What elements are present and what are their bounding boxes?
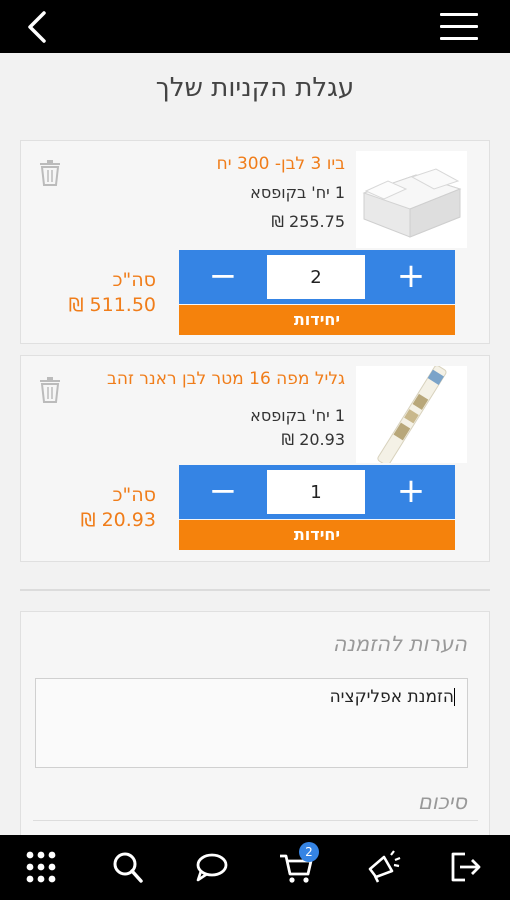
trash-icon[interactable] <box>39 376 61 404</box>
product-price: 255.75 ₪ <box>271 212 345 231</box>
product-price: 20.93 ₪ <box>281 430 345 449</box>
cart-item: ביו 3 לבן- 300 יח 1 יח' בקופסא 255.75 ₪ … <box>20 140 490 344</box>
chevron-left-icon <box>28 11 46 43</box>
grid-menu-icon[interactable] <box>24 849 64 885</box>
chat-icon[interactable] <box>193 849 233 885</box>
search-icon[interactable] <box>109 849 149 885</box>
item-total-value: 511.50 ₪ <box>68 294 156 316</box>
divider <box>20 589 490 591</box>
quantity-stepper: − + <box>179 465 455 519</box>
product-pack: 1 יח' בקופסא <box>250 183 345 202</box>
order-notes-title: הערות להזמנה <box>332 632 467 656</box>
item-total-value: 20.93 ₪ <box>80 509 156 531</box>
product-pack: 1 יח' בקופסא <box>250 406 345 425</box>
cart-content[interactable]: עגלת הקניות שלך ביו 3 לבן- 300 יח 1 יח' … <box>0 53 510 835</box>
page-title: עגלת הקניות שלך <box>155 73 355 103</box>
summary-title: סיכום <box>417 790 467 814</box>
back-button[interactable] <box>22 9 56 45</box>
increase-quantity-button[interactable]: + <box>367 465 455 519</box>
cart-item: גליל מפה 16 מטר לבן ראנר זהב 1 יח' בקופס… <box>20 355 490 562</box>
cart-count-badge: 2 <box>299 842 319 862</box>
cart-icon[interactable]: 2 <box>278 842 319 885</box>
unit-selector[interactable]: יחידות <box>179 305 455 335</box>
decrease-quantity-button[interactable]: − <box>179 250 267 304</box>
top-bar <box>0 0 510 53</box>
trash-icon[interactable] <box>39 159 61 187</box>
bottom-nav: 2 <box>0 835 510 900</box>
order-notes-card: הערות להזמנה הזמנת אפליקציה סיכום <box>20 611 490 835</box>
decrease-quantity-button[interactable]: − <box>179 465 267 519</box>
unit-selector[interactable]: יחידות <box>179 520 455 550</box>
product-name[interactable]: גליל מפה 16 מטר לבן ראנר זהב <box>45 369 345 389</box>
product-name[interactable]: ביו 3 לבן- 300 יח <box>45 154 345 174</box>
quantity-stepper: − + <box>179 250 455 304</box>
logout-icon[interactable] <box>447 849 487 885</box>
order-notes-textarea[interactable]: הזמנת אפליקציה <box>35 678 468 768</box>
text-cursor <box>454 688 455 706</box>
order-notes-value: הזמנת אפליקציה <box>329 687 454 707</box>
product-thumbnail[interactable] <box>356 151 467 248</box>
item-total-label: סה"כ <box>112 269 156 291</box>
quantity-input[interactable] <box>267 255 365 299</box>
product-thumbnail[interactable] <box>356 365 467 466</box>
hamburger-menu-icon[interactable] <box>440 13 480 41</box>
megaphone-icon[interactable] <box>364 849 404 885</box>
item-total-label: סה"כ <box>112 484 156 506</box>
summary-divider <box>33 820 478 821</box>
increase-quantity-button[interactable]: + <box>367 250 455 304</box>
quantity-input[interactable] <box>267 470 365 514</box>
